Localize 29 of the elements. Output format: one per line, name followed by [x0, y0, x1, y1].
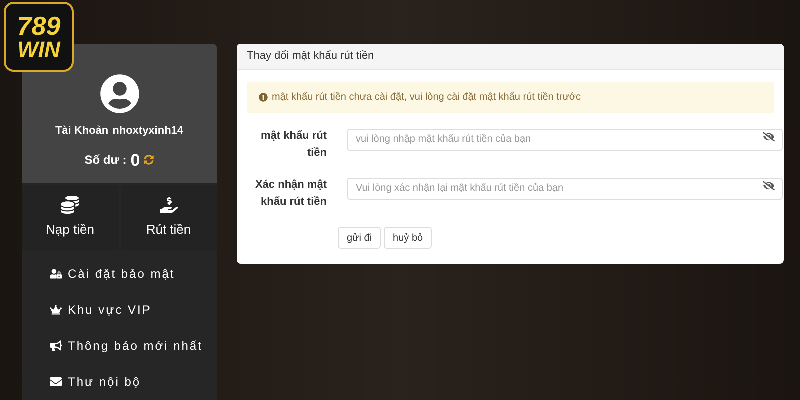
field-label: Xác nhận mật khẩu rút tiền: [254, 178, 327, 210]
password-field[interactable]: Vui lòng xác nhận lại mật khẩu rút tiền của bạn: [347, 178, 783, 200]
envelope-icon: [50, 376, 62, 388]
alert-text: mật khẩu rút tiền chưa cài đặt, vui lòng cài đặt mật khẩu rút tiền trước: [272, 90, 581, 105]
logo-word: WIN: [18, 39, 60, 61]
balance-label: Số dư :: [84, 152, 127, 170]
crown-icon: [50, 304, 62, 316]
hand-dollar-icon: [160, 196, 178, 214]
menu-item[interactable]: Cài đặt bảo mật: [22, 256, 217, 292]
menu-item[interactable]: Thư nội bộ: [22, 364, 217, 400]
megaphone-icon: [50, 340, 62, 352]
username: nhoxtyxinh14: [112, 124, 184, 139]
form-button[interactable]: gửi đi: [338, 227, 382, 249]
avatar-icon: [100, 74, 140, 114]
balance-value: 0: [130, 150, 140, 172]
user-lock-icon: [50, 268, 62, 280]
exclamation-icon: [259, 93, 268, 102]
card-title: Thay đổi mật khẩu rút tiền: [247, 49, 374, 64]
menu-item[interactable]: Thông báo mới nhất: [22, 328, 217, 364]
logo-number: 789: [17, 13, 61, 39]
eye-slash-icon[interactable]: [763, 131, 775, 143]
refresh-icon[interactable]: [144, 155, 154, 166]
eye-slash-icon[interactable]: [763, 180, 775, 192]
account-label: Tài Khoản: [55, 124, 109, 139]
field-label: mật khẩu rút tiền: [260, 129, 327, 161]
form-button[interactable]: huỷ bỏ: [384, 227, 432, 249]
coin-icon: [61, 196, 80, 214]
menu-item[interactable]: Khu vực VIP: [22, 292, 217, 328]
password-field[interactable]: vui lòng nhập mật khẩu rút tiền của bạn: [347, 128, 783, 150]
